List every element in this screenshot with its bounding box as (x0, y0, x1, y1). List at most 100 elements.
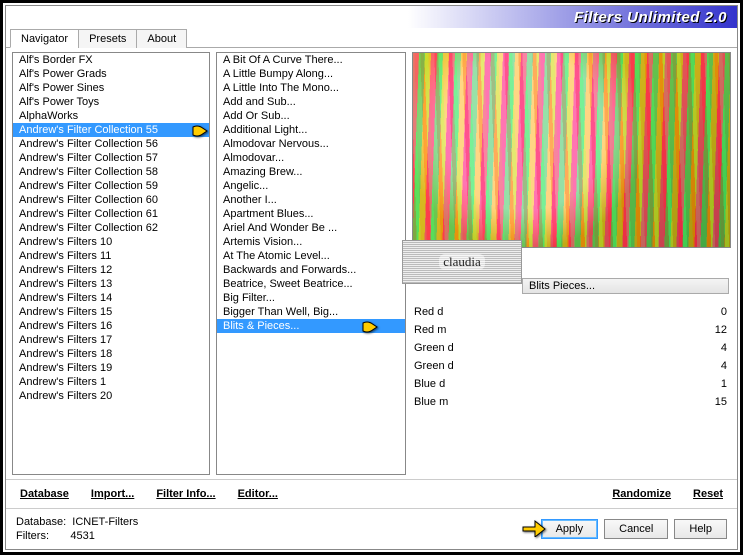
category-item[interactable]: Andrew's Filters 19 (13, 361, 209, 375)
help-button[interactable]: Help (674, 519, 727, 539)
cancel-button[interactable]: Cancel (604, 519, 668, 539)
filter-item[interactable]: Add Or Sub... (217, 109, 405, 123)
db-label: Database: (16, 516, 66, 528)
db-value: ICNET-Filters (72, 516, 138, 528)
param-row[interactable]: Red d0 (412, 302, 731, 320)
filters-count-label: Filters: (16, 530, 49, 542)
editor-button[interactable]: Editor... (234, 486, 282, 502)
filter-column: A Bit Of A Curve There...A Little Bumpy … (216, 52, 406, 475)
category-column: Alf's Border FXAlf's Power GradsAlf's Po… (12, 52, 210, 475)
category-item[interactable]: Andrew's Filters 17 (13, 333, 209, 347)
tab-presets[interactable]: Presets (78, 29, 137, 48)
pointer-icon (359, 317, 385, 337)
category-item[interactable]: Alf's Border FX (13, 53, 209, 67)
category-item[interactable]: Andrew's Filters 13 (13, 277, 209, 291)
category-item[interactable]: AlphaWorks (13, 109, 209, 123)
param-label: Green d (412, 360, 691, 372)
filter-item[interactable]: A Little Into The Mono... (217, 81, 405, 95)
param-label: Green d (412, 342, 691, 354)
filter-item[interactable]: Backwards and Forwards... (217, 263, 405, 277)
footer-info: Database: ICNET-Filters Filters: 4531 (16, 515, 535, 543)
filter-item[interactable]: Almodovar Nervous... (217, 137, 405, 151)
category-item[interactable]: Andrew's Filter Collection 60 (13, 193, 209, 207)
tab-navigator[interactable]: Navigator (10, 29, 79, 48)
filter-item[interactable]: Artemis Vision... (217, 235, 405, 249)
category-item[interactable]: Andrew's Filter Collection 56 (13, 137, 209, 151)
filter-info-button[interactable]: Filter Info... (152, 486, 219, 502)
filter-item[interactable]: Another I... (217, 193, 405, 207)
param-row[interactable]: Green d4 (412, 356, 731, 374)
param-value: 15 (691, 396, 731, 408)
category-item[interactable]: Andrew's Filters 20 (13, 389, 209, 403)
param-value: 4 (691, 360, 731, 372)
filter-item[interactable]: Additional Light... (217, 123, 405, 137)
param-value: 1 (691, 378, 731, 390)
watermark-text: claudia (439, 254, 485, 270)
filter-item[interactable]: Bigger Than Well, Big... (217, 305, 405, 319)
param-label: Blue d (412, 378, 691, 390)
category-item[interactable]: Andrew's Filters 10 (13, 235, 209, 249)
param-value: 0 (691, 306, 731, 318)
category-item[interactable]: Andrew's Filters 15 (13, 305, 209, 319)
title-bar: Filters Unlimited 2.0 (6, 6, 737, 28)
param-label: Red m (412, 324, 691, 336)
filter-item[interactable]: At The Atomic Level... (217, 249, 405, 263)
category-item[interactable]: Alf's Power Sines (13, 81, 209, 95)
filter-item[interactable]: Ariel And Wonder Be ... (217, 221, 405, 235)
watermark-badge: claudia (402, 240, 522, 284)
filter-item[interactable]: Almodovar... (217, 151, 405, 165)
category-item[interactable]: Andrew's Filter Collection 62 (13, 221, 209, 235)
filters-count-value: 4531 (70, 530, 94, 542)
tab-row: NavigatorPresetsAbout (6, 28, 737, 48)
category-item[interactable]: Andrew's Filter Collection 55 (13, 123, 209, 137)
filter-item[interactable]: A Little Bumpy Along... (217, 67, 405, 81)
tab-about[interactable]: About (136, 29, 187, 48)
main-area: Alf's Border FXAlf's Power GradsAlf's Po… (6, 48, 737, 479)
category-list[interactable]: Alf's Border FXAlf's Power GradsAlf's Po… (12, 52, 210, 475)
param-value: 4 (691, 342, 731, 354)
category-item[interactable]: Andrew's Filters 12 (13, 263, 209, 277)
filter-item[interactable]: Angelic... (217, 179, 405, 193)
preview-column: claudia Blits Pieces... Red d0Red m12Gre… (412, 52, 731, 475)
filter-item[interactable]: Add and Sub... (217, 95, 405, 109)
category-item[interactable]: Andrew's Filter Collection 59 (13, 179, 209, 193)
database-button[interactable]: Database (16, 486, 73, 502)
randomize-button[interactable]: Randomize (608, 486, 675, 502)
category-item[interactable]: Andrew's Filter Collection 58 (13, 165, 209, 179)
filter-list[interactable]: A Bit Of A Curve There...A Little Bumpy … (216, 52, 406, 475)
category-item[interactable]: Andrew's Filter Collection 57 (13, 151, 209, 165)
footer: Database: ICNET-Filters Filters: 4531 Ap… (6, 508, 737, 549)
param-label: Red d (412, 306, 691, 318)
param-row[interactable]: Blue d1 (412, 374, 731, 392)
apply-button[interactable]: Apply (541, 519, 599, 539)
category-item[interactable]: Andrew's Filters 14 (13, 291, 209, 305)
category-item[interactable]: Andrew's Filters 18 (13, 347, 209, 361)
param-label: Blue m (412, 396, 691, 408)
category-item[interactable]: Andrew's Filters 11 (13, 249, 209, 263)
current-filter-display: Blits Pieces... (522, 278, 729, 294)
app-title: Filters Unlimited 2.0 (574, 9, 727, 26)
preview-box (412, 52, 731, 248)
app-window: Filters Unlimited 2.0 NavigatorPresetsAb… (5, 5, 738, 550)
param-row[interactable]: Green d4 (412, 338, 731, 356)
current-filter-label: Blits Pieces... (529, 280, 595, 292)
category-item[interactable]: Andrew's Filters 16 (13, 319, 209, 333)
filter-item[interactable]: Big Filter... (217, 291, 405, 305)
parameter-list: Red d0Red m12Green d4Green d4Blue d1Blue… (412, 302, 731, 475)
toolbar-row: Database Import... Filter Info... Editor… (6, 479, 737, 508)
filter-item[interactable]: A Bit Of A Curve There... (217, 53, 405, 67)
param-row[interactable]: Blue m15 (412, 392, 731, 410)
category-item[interactable]: Alf's Power Toys (13, 95, 209, 109)
filter-item[interactable]: Amazing Brew... (217, 165, 405, 179)
param-row[interactable]: Red m12 (412, 320, 731, 338)
category-item[interactable]: Andrew's Filter Collection 61 (13, 207, 209, 221)
filter-item[interactable]: Apartment Blues... (217, 207, 405, 221)
import-button[interactable]: Import... (87, 486, 138, 502)
category-item[interactable]: Alf's Power Grads (13, 67, 209, 81)
preview-image (413, 53, 730, 247)
reset-button[interactable]: Reset (689, 486, 727, 502)
param-value: 12 (691, 324, 731, 336)
filter-item[interactable]: Blits & Pieces... (217, 319, 405, 333)
category-item[interactable]: Andrew's Filters 1 (13, 375, 209, 389)
filter-item[interactable]: Beatrice, Sweet Beatrice... (217, 277, 405, 291)
